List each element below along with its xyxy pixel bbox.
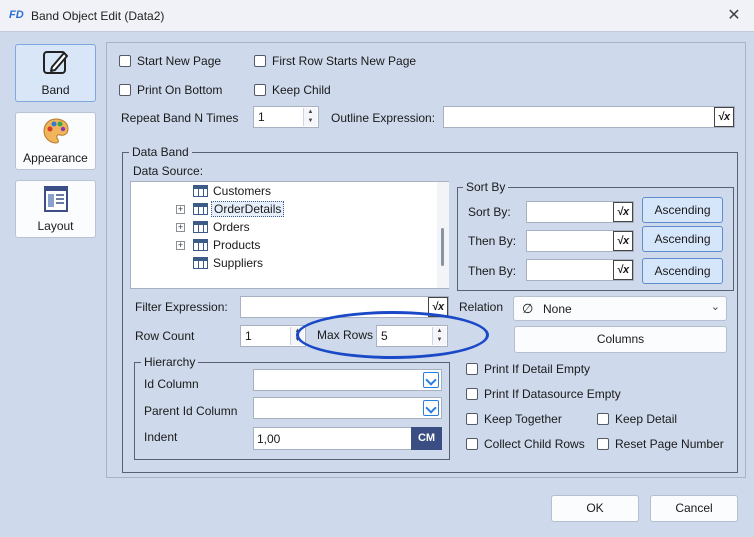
tree-item-label: OrderDetails — [211, 201, 285, 217]
print-if-datasource-empty-checkbox[interactable] — [466, 388, 478, 400]
row-count-value: 1 — [245, 329, 252, 343]
print-if-datasource-empty-label: Print If Datasource Empty — [484, 387, 621, 401]
expand-icon[interactable]: + — [176, 205, 185, 214]
chevron-up-icon[interactable]: ▲ — [304, 108, 317, 117]
parent-id-column-label: Parent Id Column — [144, 404, 238, 418]
data-band-title: Data Band — [129, 145, 192, 159]
first-row-new-page-label: First Row Starts New Page — [272, 54, 417, 68]
ok-button[interactable]: OK — [551, 495, 639, 522]
formula-icon[interactable]: √x — [613, 231, 633, 251]
edit-pencil-icon — [43, 51, 68, 74]
indent-input[interactable]: 1,00 — [253, 427, 413, 450]
sidebar-item-label: Layout — [37, 219, 74, 233]
sidebar-item-band[interactable]: Band — [15, 44, 96, 102]
then-by-order-button-1[interactable]: Ascending — [642, 226, 723, 252]
then-by-label: Then By: — [468, 264, 517, 278]
tree-item-products[interactable]: + Products — [130, 236, 430, 254]
table-icon — [193, 221, 208, 233]
highlight-ellipse — [296, 311, 489, 359]
start-new-page-label: Start New Page — [137, 54, 222, 68]
expand-icon[interactable]: + — [176, 223, 185, 232]
palette-icon — [43, 118, 69, 144]
indent-value: 1,00 — [257, 432, 281, 446]
indent-label: Indent — [144, 430, 178, 444]
window-title: Band Object Edit (Data2) — [31, 9, 165, 23]
repeat-band-value: 1 — [258, 110, 265, 124]
table-icon — [193, 257, 208, 269]
data-source-label: Data Source: — [133, 164, 204, 178]
tree-item-label: Customers — [213, 184, 272, 198]
id-column-label: Id Column — [144, 377, 199, 391]
sidebar-item-label: Band — [41, 83, 70, 97]
tree-item-orders[interactable]: + Orders — [130, 218, 430, 236]
expand-icon[interactable]: + — [176, 241, 185, 250]
outline-expression-label: Outline Expression: — [331, 111, 436, 125]
sidebar-item-appearance[interactable]: Appearance — [15, 112, 96, 170]
keep-child-checkbox[interactable] — [254, 84, 266, 96]
parent-id-column-dropdown[interactable] — [253, 397, 442, 419]
sort-order-button[interactable]: Ascending — [642, 197, 723, 223]
tree-item-label: Orders — [213, 220, 250, 234]
then-by-label: Then By: — [468, 234, 517, 248]
table-icon — [193, 203, 208, 215]
table-icon — [193, 185, 208, 197]
print-if-detail-empty-label: Print If Detail Empty — [484, 362, 591, 376]
print-on-bottom-checkbox[interactable] — [119, 84, 131, 96]
unit-button[interactable]: CM — [411, 427, 442, 450]
scrollbar-thumb[interactable] — [441, 228, 444, 266]
collect-child-rows-checkbox[interactable] — [466, 438, 478, 450]
tree-item-label: Suppliers — [213, 256, 264, 270]
reset-page-number-checkbox[interactable] — [597, 438, 609, 450]
layout-icon — [44, 186, 68, 212]
print-on-bottom-label: Print On Bottom — [137, 83, 223, 97]
tree-scrollbar[interactable] — [437, 182, 449, 288]
stepper-arrows[interactable]: ▲ ▼ — [303, 108, 317, 126]
relation-label: Relation — [459, 300, 504, 314]
formula-icon[interactable]: √x — [714, 107, 734, 127]
outline-expression-input[interactable] — [443, 106, 735, 128]
sidebar-item-label: Appearance — [23, 151, 88, 165]
repeat-band-stepper[interactable]: 1 ▲ ▼ — [253, 106, 319, 128]
sort-by-title: Sort By — [463, 180, 509, 194]
none-icon: ∅ — [522, 301, 534, 316]
cancel-button[interactable]: Cancel — [650, 495, 738, 522]
hierarchy-title: Hierarchy — [141, 355, 199, 369]
chevron-down-icon: ⌄ — [710, 301, 720, 313]
sidebar-item-layout[interactable]: Layout — [15, 180, 96, 238]
sort-by-label: Sort By: — [468, 205, 511, 219]
relation-dropdown[interactable]: ∅ None ⌄ — [513, 296, 727, 321]
chevron-down-icon[interactable]: ▼ — [304, 117, 317, 126]
tree-item-orderdetails[interactable]: + OrderDetails — [130, 200, 430, 218]
tree-item-label: Products — [213, 238, 261, 252]
columns-button[interactable]: Columns — [514, 326, 727, 353]
keep-together-checkbox[interactable] — [466, 413, 478, 425]
app-logo-icon: FD — [9, 9, 24, 21]
table-icon — [193, 239, 208, 251]
formula-icon[interactable]: √x — [613, 260, 633, 280]
reset-page-number-label: Reset Page Number — [615, 437, 724, 451]
repeat-band-label: Repeat Band N Times — [121, 111, 239, 125]
start-new-page-checkbox[interactable] — [119, 55, 131, 67]
formula-icon[interactable]: √x — [613, 202, 633, 222]
then-by-order-button-2[interactable]: Ascending — [642, 258, 723, 284]
collect-child-rows-label: Collect Child Rows — [484, 437, 585, 451]
keep-detail-checkbox[interactable] — [597, 413, 609, 425]
keep-together-label: Keep Together — [484, 412, 562, 426]
tree-item-customers[interactable]: Customers — [130, 182, 430, 200]
chevron-down-icon[interactable] — [423, 372, 439, 388]
chevron-down-icon[interactable] — [423, 400, 439, 416]
keep-child-label: Keep Child — [272, 83, 331, 97]
relation-value: None — [543, 302, 572, 316]
filter-expression-label: Filter Expression: — [135, 300, 228, 314]
tree-item-suppliers[interactable]: Suppliers — [130, 254, 430, 272]
print-if-detail-empty-checkbox[interactable] — [466, 363, 478, 375]
id-column-dropdown[interactable] — [253, 369, 442, 391]
close-window-button[interactable]: ✕ — [723, 5, 745, 27]
keep-detail-label: Keep Detail — [615, 412, 678, 426]
first-row-new-page-checkbox[interactable] — [254, 55, 266, 67]
row-count-label: Row Count — [135, 329, 195, 343]
